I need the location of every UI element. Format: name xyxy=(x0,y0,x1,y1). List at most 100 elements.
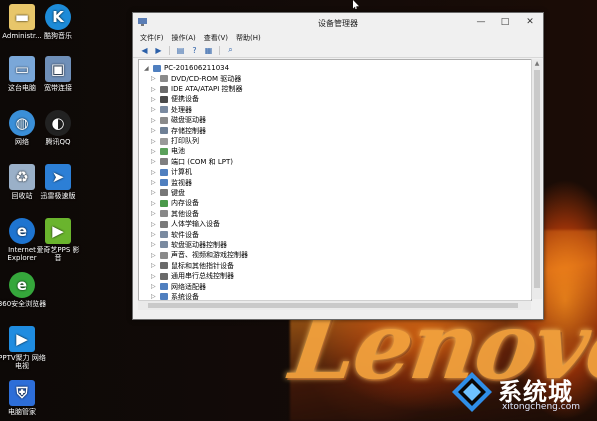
desktop-icon-qq[interactable]: ◐ 腾讯QQ xyxy=(33,110,83,146)
tree-root-label: PC-201606211034 xyxy=(164,64,230,73)
collapse-icon[interactable]: ◢ xyxy=(144,65,150,72)
expand-icon[interactable]: ▷ xyxy=(151,210,157,217)
device-category-label: 监视器 xyxy=(171,178,192,187)
device-category-row[interactable]: ▷ 软件设备 xyxy=(144,229,248,239)
desktop-icon-label: 360安全浏览器 xyxy=(0,300,47,308)
broadband-icon: ▣ xyxy=(45,56,71,82)
device-category-label: IDE ATA/ATAPI 控制器 xyxy=(171,85,243,94)
close-button[interactable]: ✕ xyxy=(517,13,543,31)
device-category-row[interactable]: ▷ 通用串行总线控制器 xyxy=(144,271,248,281)
title-bar[interactable]: 设备管理器 — □ ✕ xyxy=(133,13,543,32)
desktop-icon-label: 腾讯QQ xyxy=(45,138,71,146)
device-category-label: 端口 (COM 和 LPT) xyxy=(171,157,233,166)
vertical-scrollbar[interactable]: ▲ xyxy=(531,59,542,299)
device-category-row[interactable]: ▷ 计算机 xyxy=(144,167,248,177)
desktop-icon-360-browser[interactable]: e 360安全浏览器 xyxy=(0,272,47,308)
desktop-icon-label: 宽带连接 xyxy=(44,84,72,92)
scan-icon[interactable]: ⌕ xyxy=(225,45,236,55)
scrollbar-thumb[interactable] xyxy=(148,303,518,308)
printer-icon xyxy=(160,137,168,145)
expand-icon[interactable]: ▷ xyxy=(151,200,157,207)
desktop-icon-label: 爱奇艺PPS 影音 xyxy=(36,246,80,262)
xunlei-icon: ➤ xyxy=(45,164,71,190)
device-category-label: 其他设备 xyxy=(171,209,199,218)
expand-icon[interactable]: ▷ xyxy=(151,189,157,196)
ie-icon: e xyxy=(9,218,35,244)
device-category-label: DVD/CD-ROM 驱动器 xyxy=(171,74,242,83)
scrollbar-thumb[interactable] xyxy=(534,70,540,288)
device-category-row[interactable]: ▷ 键盘 xyxy=(144,188,248,198)
menu-file[interactable]: 文件(F) xyxy=(140,33,164,43)
expand-icon[interactable]: ▷ xyxy=(151,127,157,134)
device-category-row[interactable]: ▷ 内存设备 xyxy=(144,198,248,208)
device-category-row[interactable]: ▷ 鼠标和其他指针设备 xyxy=(144,261,248,271)
expand-icon[interactable]: ▷ xyxy=(151,252,157,259)
expand-icon[interactable]: ▷ xyxy=(151,106,157,113)
menu-help[interactable]: 帮助(H) xyxy=(236,33,261,43)
expand-icon[interactable]: ▷ xyxy=(151,148,157,155)
device-category-label: 网络适配器 xyxy=(171,282,206,291)
expand-icon[interactable]: ▷ xyxy=(151,169,157,176)
properties-icon[interactable]: ▤ xyxy=(175,45,186,55)
other-device-icon xyxy=(160,210,168,218)
device-category-row[interactable]: ▷ 监视器 xyxy=(144,177,248,187)
computer-node-icon xyxy=(160,168,168,176)
device-category-row[interactable]: ▷ 声音、视频和游戏控制器 xyxy=(144,250,248,260)
device-category-row[interactable]: ▷ 处理器 xyxy=(144,105,248,115)
watermark-logo-icon xyxy=(452,372,492,412)
kugou-icon: K xyxy=(45,4,71,30)
device-category-row[interactable]: ▷ 便携设备 xyxy=(144,94,248,104)
device-category-row[interactable]: ▷ IDE ATA/ATAPI 控制器 xyxy=(144,84,248,94)
minimize-button[interactable]: — xyxy=(469,13,493,31)
desktop-icon-pc-manager[interactable]: ⛨ 电脑管家 xyxy=(0,380,47,416)
expand-icon[interactable]: ▷ xyxy=(151,221,157,228)
expand-icon[interactable]: ▷ xyxy=(151,117,157,124)
expand-icon[interactable]: ▷ xyxy=(151,138,157,145)
device-category-row[interactable]: ▷ 端口 (COM 和 LPT) xyxy=(144,157,248,167)
device-category-row[interactable]: ▷ 网络适配器 xyxy=(144,281,248,291)
computer-node-icon xyxy=(153,64,161,72)
desktop-icon-xunlei[interactable]: ➤ 迅雷极速版 xyxy=(33,164,83,200)
expand-icon[interactable]: ▷ xyxy=(151,158,157,165)
device-category-row[interactable]: ▷ 软盘驱动器控制器 xyxy=(144,240,248,250)
expand-icon[interactable]: ▷ xyxy=(151,241,157,248)
device-category-row[interactable]: ▷ 电池 xyxy=(144,146,248,156)
expand-icon[interactable]: ▷ xyxy=(151,75,157,82)
desktop-icon-broadband[interactable]: ▣ 宽带连接 xyxy=(33,56,83,92)
device-category-row[interactable]: ▷ 磁盘驱动器 xyxy=(144,115,248,125)
expand-icon[interactable]: ▷ xyxy=(151,96,157,103)
device-category-row[interactable]: ▷ 存储控制器 xyxy=(144,125,248,135)
scroll-up-icon[interactable]: ▲ xyxy=(532,59,542,69)
tree-root-node[interactable]: ◢ PC-201606211034 xyxy=(144,63,248,74)
desktop-icon-iqiyi[interactable]: ▶ 爱奇艺PPS 影音 xyxy=(33,218,83,262)
expand-icon[interactable]: ▷ xyxy=(151,179,157,186)
forward-icon[interactable]: ▶ xyxy=(153,45,164,55)
desktop-icon-pptv[interactable]: ▶ PPTV聚力 网络电视 xyxy=(0,326,47,370)
expand-icon[interactable]: ▷ xyxy=(151,273,157,280)
device-category-row[interactable]: ▷ 其他设备 xyxy=(144,209,248,219)
menu-action[interactable]: 操作(A) xyxy=(172,33,196,43)
horizontal-scrollbar[interactable] xyxy=(138,300,531,310)
pc-manager-icon: ⛨ xyxy=(9,380,35,406)
device-category-row[interactable]: ▷ 人体学输入设备 xyxy=(144,219,248,229)
device-category-row[interactable]: ▷ 打印队列 xyxy=(144,136,248,146)
expand-icon[interactable]: ▷ xyxy=(151,86,157,93)
expand-icon[interactable]: ▷ xyxy=(151,283,157,290)
device-category-label: 声音、视频和游戏控制器 xyxy=(171,251,248,260)
menu-view[interactable]: 查看(V) xyxy=(204,33,228,43)
expand-icon[interactable]: ▷ xyxy=(151,262,157,269)
desktop-icon-kugou[interactable]: K 酷狗音乐 xyxy=(33,4,83,40)
network-icon: ◍ xyxy=(9,110,35,136)
expand-icon[interactable]: ▷ xyxy=(151,231,157,238)
port-icon xyxy=(160,158,168,166)
help-icon[interactable]: ? xyxy=(189,45,200,55)
back-icon[interactable]: ◀ xyxy=(139,45,150,55)
device-category-label: 软盘驱动器控制器 xyxy=(171,240,227,249)
maximize-button[interactable]: □ xyxy=(493,13,517,31)
device-category-row[interactable]: ▷ DVD/CD-ROM 驱动器 xyxy=(144,74,248,84)
device-category-label: 存储控制器 xyxy=(171,126,206,135)
refresh-icon[interactable]: ▦ xyxy=(203,45,214,55)
dvd-icon xyxy=(160,75,168,83)
device-category-label: 电池 xyxy=(171,147,185,156)
ide-icon xyxy=(160,85,168,93)
